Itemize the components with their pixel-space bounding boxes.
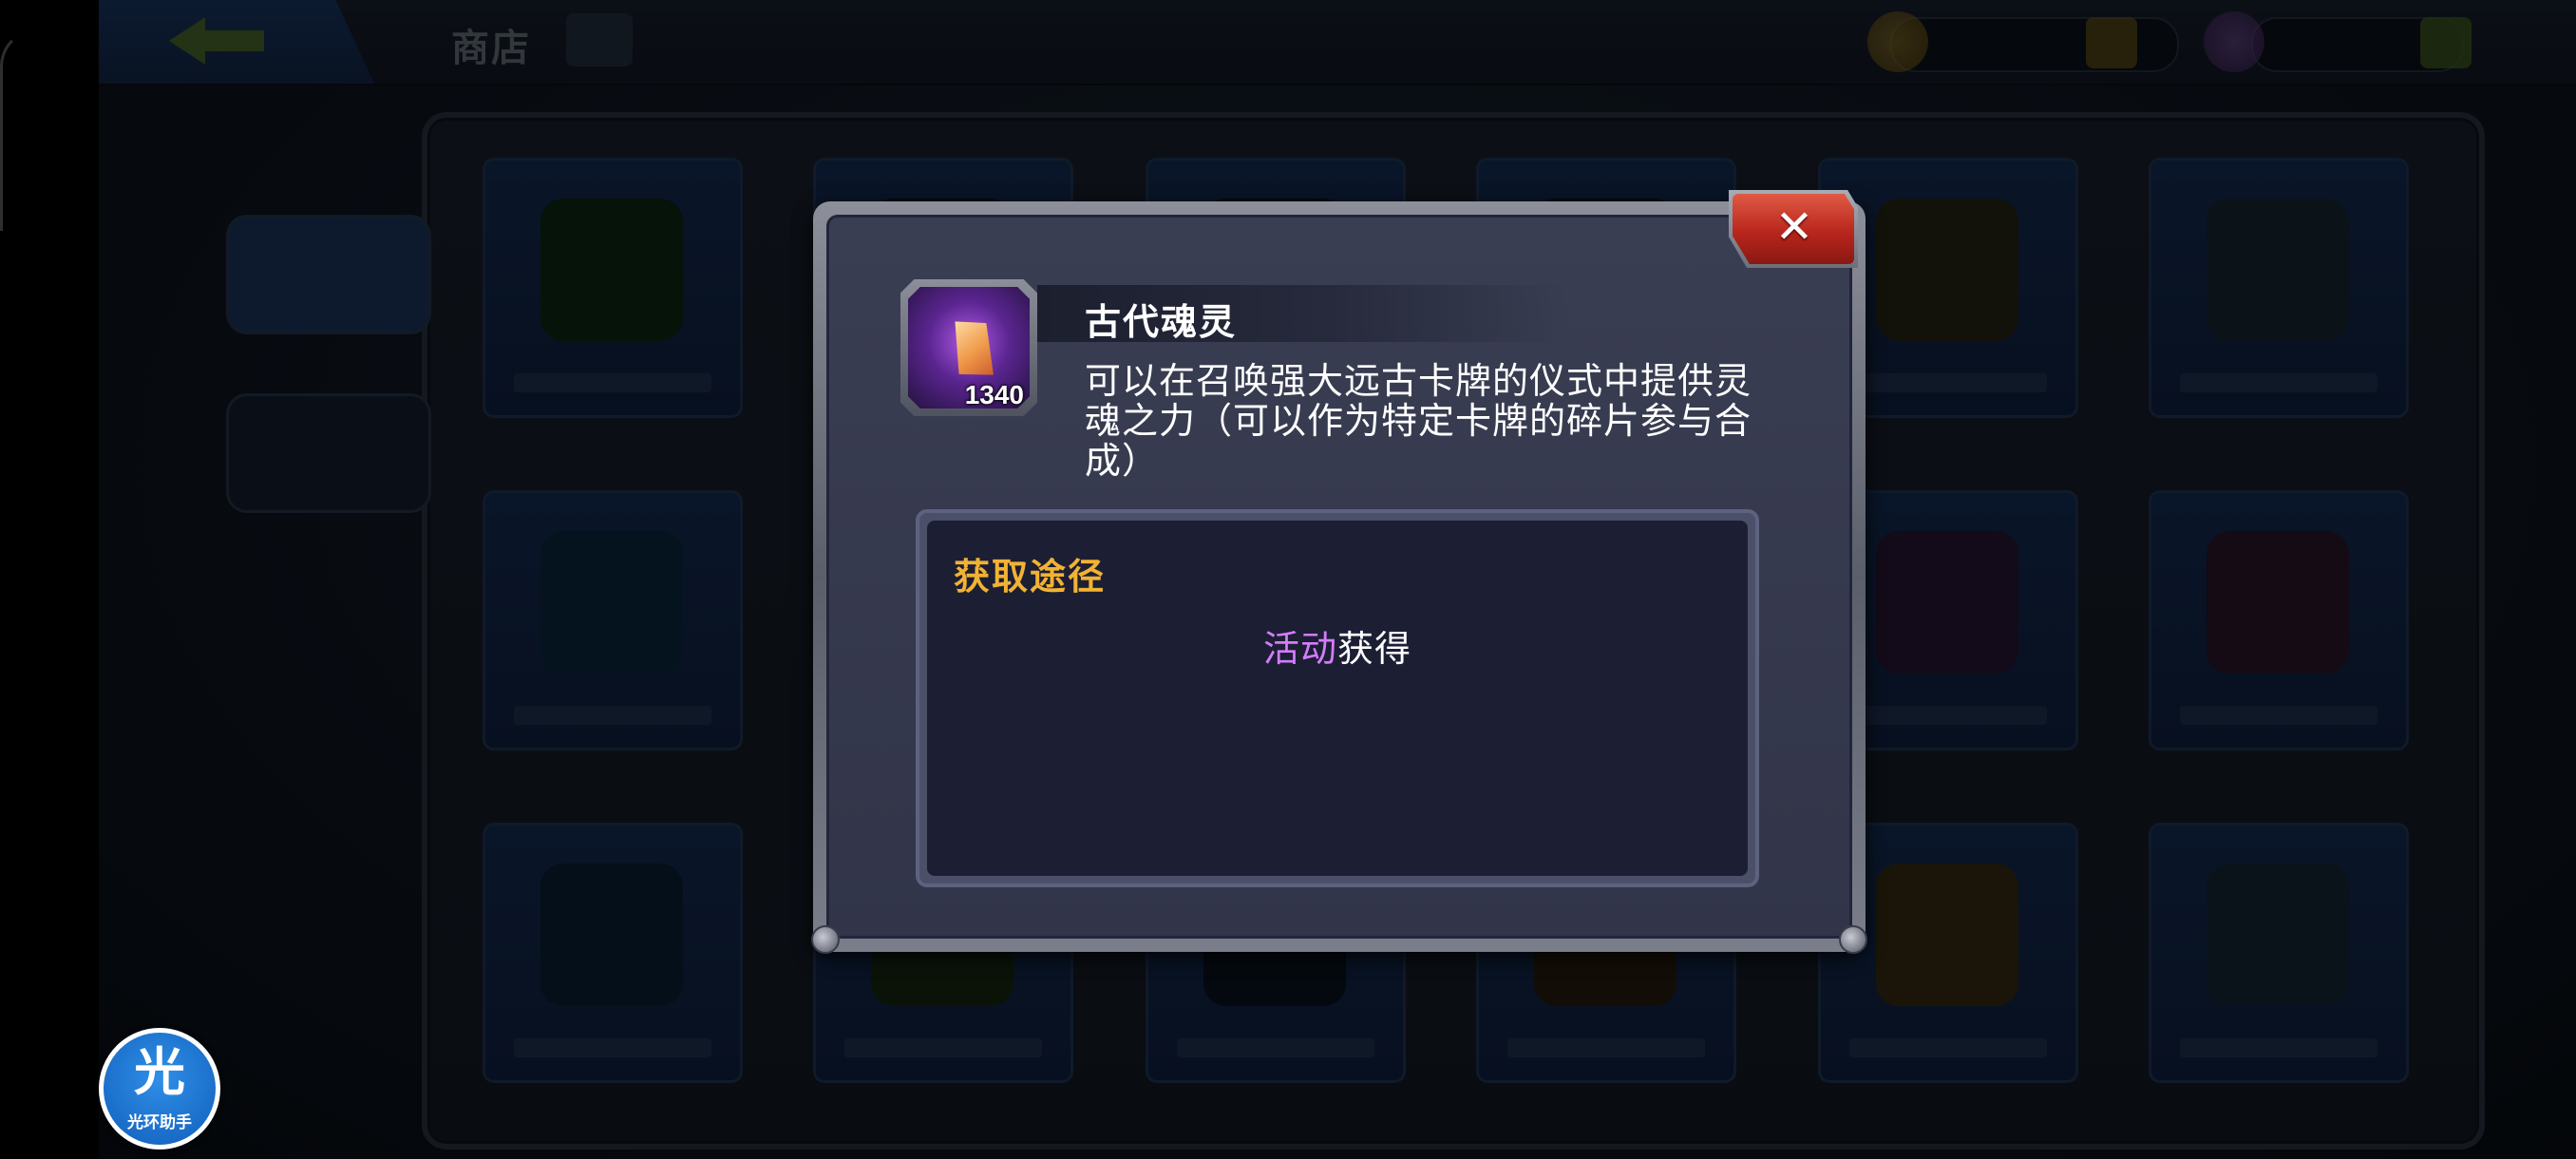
item-icon-frame: 1340: [900, 279, 1037, 416]
acquire-source-link[interactable]: 活动: [1263, 628, 1337, 670]
game-screen: 商店 ✕: [0, 0, 2576, 1159]
item-description: 可以在召唤强大远古卡牌的仪式中提供灵魂之力（可以作为特定卡牌的碎片参与合成）: [1085, 360, 1752, 482]
item-detail-dialog: ✕ 1340 古代魂灵 可以在召唤强大远古卡牌的仪式中提供灵魂之力（可以作为特定…: [811, 190, 1867, 954]
acquire-title: 获取途径: [954, 556, 1107, 598]
close-icon: ✕: [1774, 200, 1814, 254]
acquire-source-text: 获得: [1337, 628, 1412, 670]
item-count: 1340: [964, 380, 1024, 409]
assistant-label: 光环助手: [127, 1113, 192, 1132]
assistant-logo-glyph: 光: [134, 1042, 185, 1102]
acquire-section: 获取途径 活动获得: [916, 509, 1759, 887]
acquire-source: 活动获得: [927, 619, 1748, 672]
crystal-icon: [943, 313, 1002, 385]
item-name: 古代魂灵: [1085, 301, 1238, 343]
bolt-decoration: [1839, 925, 1867, 954]
assistant-floating-button[interactable]: 光 光环助手: [99, 1028, 220, 1150]
bolt-decoration: [811, 925, 840, 954]
close-button[interactable]: ✕: [1729, 190, 1858, 268]
